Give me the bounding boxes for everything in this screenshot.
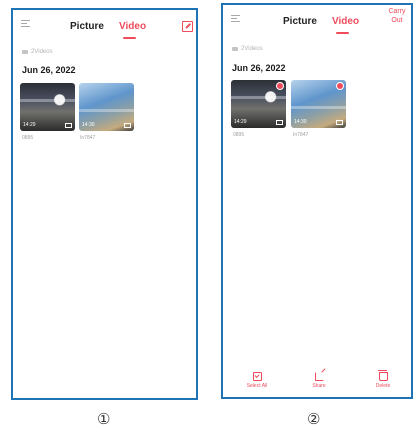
video-icon bbox=[65, 123, 72, 128]
video-caption: In7847 bbox=[80, 135, 96, 141]
delete-button[interactable]: Delete bbox=[365, 370, 401, 389]
date-header: Jun 26, 2022 bbox=[22, 65, 76, 75]
delete-icon bbox=[377, 370, 388, 381]
video-thumbnail[interactable]: 14:29 bbox=[20, 83, 75, 131]
video-thumbnail[interactable]: 14:29 bbox=[231, 80, 286, 128]
select-all-label: Select All bbox=[246, 383, 268, 389]
menu-icon[interactable] bbox=[231, 15, 240, 23]
video-count: 2Videos bbox=[22, 49, 53, 55]
video-duration: 14:30 bbox=[82, 122, 95, 128]
top-bar: Picture Video bbox=[13, 10, 196, 44]
active-tab-indicator bbox=[123, 37, 136, 39]
video-caption: In7847 bbox=[293, 132, 309, 138]
top-bar: Picture Video Carry Out bbox=[223, 5, 411, 39]
phone-screen-normal: Picture Video 2Videos Jun 26, 2022 14:29… bbox=[11, 8, 198, 400]
delete-label: Delete bbox=[375, 383, 391, 389]
date-header: Jun 26, 2022 bbox=[232, 63, 286, 73]
active-tab-indicator bbox=[336, 32, 349, 34]
video-duration: 14:29 bbox=[234, 119, 247, 125]
video-count-label: 2Videos bbox=[241, 46, 263, 52]
phone-screen-select-mode: Picture Video Carry Out 2Videos Jun 26, … bbox=[221, 3, 413, 399]
figure-label-1: ① bbox=[97, 410, 111, 428]
share-label: Share bbox=[312, 383, 326, 389]
video-duration: 14:29 bbox=[23, 122, 36, 128]
select-all-icon bbox=[252, 372, 262, 381]
share-icon bbox=[314, 372, 324, 381]
folder-icon bbox=[232, 47, 238, 51]
video-duration: 14:30 bbox=[294, 119, 307, 125]
edit-icon[interactable] bbox=[182, 21, 193, 32]
select-all-button[interactable]: Select All bbox=[239, 372, 275, 389]
selected-check-icon[interactable] bbox=[336, 82, 344, 90]
folder-icon bbox=[22, 50, 28, 54]
video-icon bbox=[336, 120, 343, 125]
tab-video[interactable]: Video bbox=[119, 21, 146, 32]
carry-out-button[interactable]: Carry Out bbox=[386, 7, 408, 25]
video-icon bbox=[124, 123, 131, 128]
video-caption: 0895 bbox=[233, 132, 245, 138]
tab-picture[interactable]: Picture bbox=[70, 21, 104, 32]
video-count-label: 2Videos bbox=[31, 49, 53, 55]
video-caption: 0895 bbox=[22, 135, 34, 141]
share-button[interactable]: Share bbox=[301, 372, 337, 389]
video-thumbnail[interactable]: 14:30 bbox=[79, 83, 134, 131]
selected-check-icon[interactable] bbox=[276, 82, 284, 90]
tab-video[interactable]: Video bbox=[332, 16, 359, 27]
figure-label-2: ② bbox=[307, 410, 321, 428]
menu-icon[interactable] bbox=[21, 20, 30, 28]
video-count: 2Videos bbox=[232, 46, 263, 52]
video-icon bbox=[276, 120, 283, 125]
tab-picture[interactable]: Picture bbox=[283, 16, 317, 27]
video-thumbnail[interactable]: 14:30 bbox=[291, 80, 346, 128]
